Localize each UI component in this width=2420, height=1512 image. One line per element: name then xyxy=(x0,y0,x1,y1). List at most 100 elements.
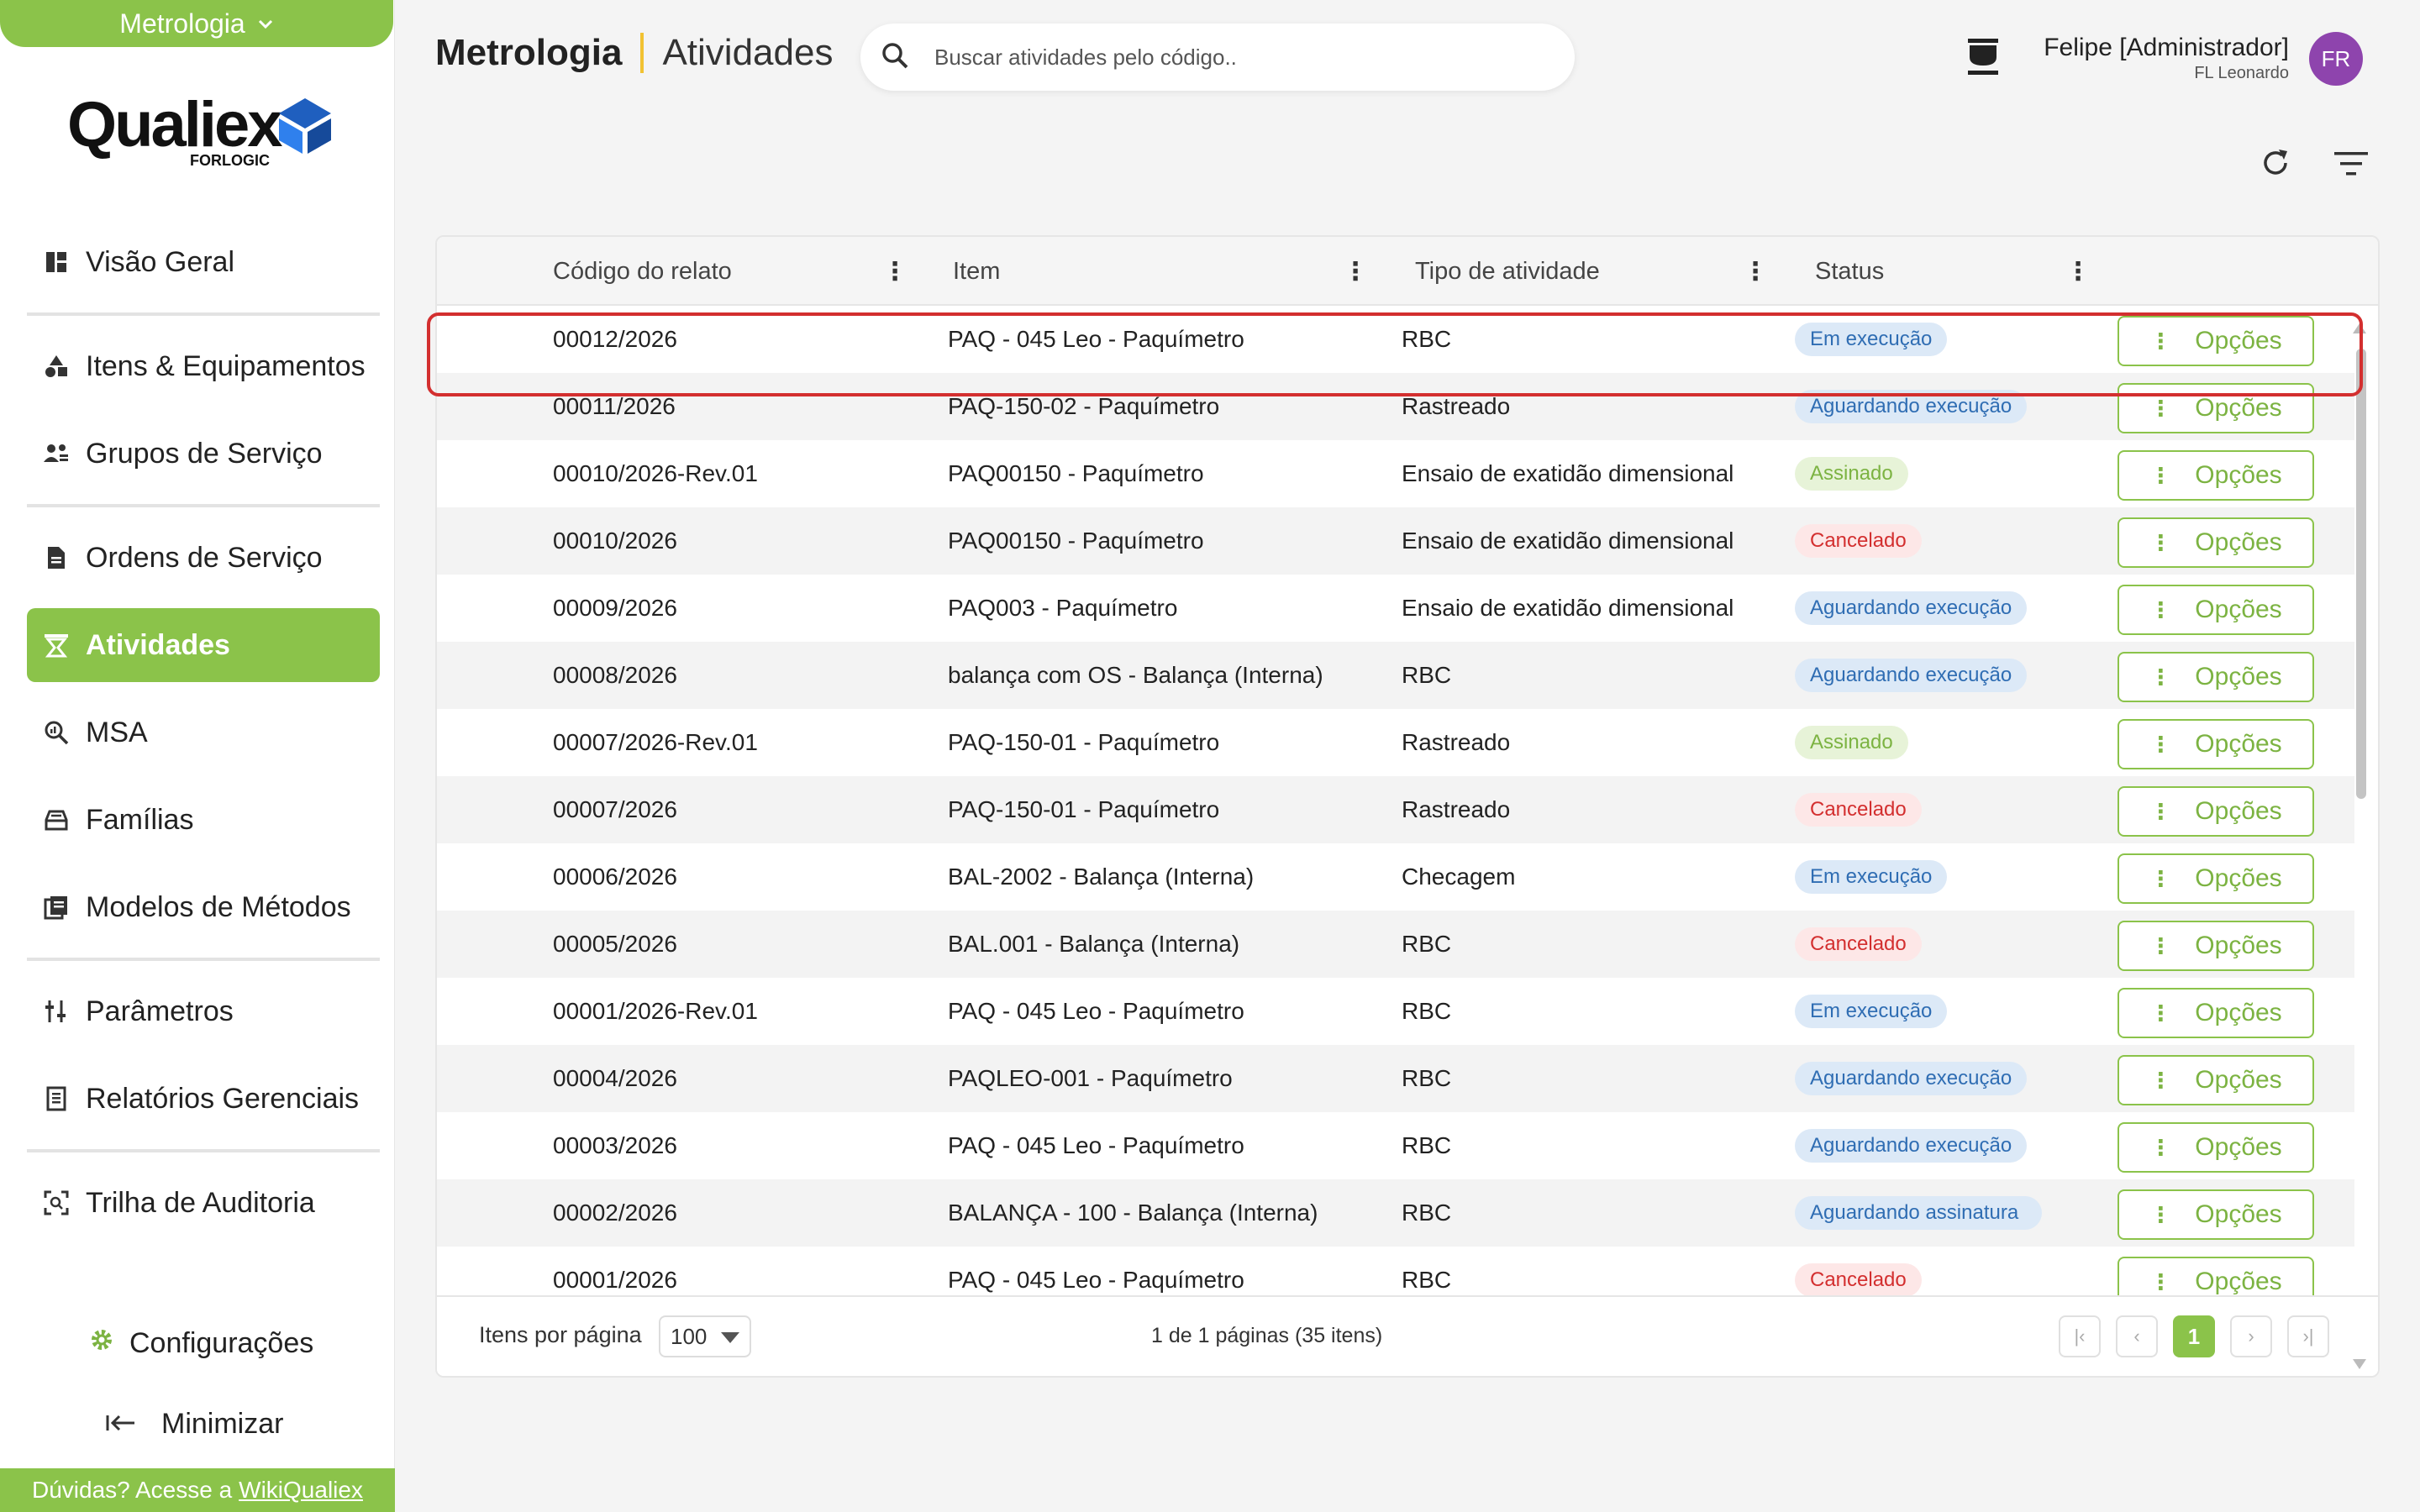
cell-item: PAQ003 - Paquímetro xyxy=(948,595,1178,621)
sidebar-item-atividades[interactable]: Atividades xyxy=(27,608,380,682)
cell-code: 00009/2026 xyxy=(553,595,677,621)
options-button[interactable]: ⋮ Opções xyxy=(2118,853,2314,904)
next-page-button[interactable]: › xyxy=(2230,1315,2272,1357)
more-vert-icon: ⋮ xyxy=(2149,1201,2172,1227)
column-header-label: Tipo de atividade xyxy=(1415,257,1600,285)
options-label: Opções xyxy=(2195,932,2282,959)
options-button[interactable]: ⋮ Opções xyxy=(2118,383,2314,433)
scroll-up-icon[interactable] xyxy=(2353,323,2366,333)
status-badge: Aguardando execução xyxy=(1795,1128,2028,1163)
table-row[interactable]: 00001/2026-Rev.01 PAQ - 045 Leo - Paquíme… xyxy=(437,978,2354,1045)
search-input[interactable] xyxy=(934,44,1523,71)
options-button[interactable]: ⋮ Opções xyxy=(2118,1189,2314,1240)
sidebar-item-relatorios[interactable]: Relatórios Gerenciais xyxy=(27,1062,380,1136)
options-button[interactable]: ⋮ Opções xyxy=(2118,921,2314,971)
avatar[interactable]: FR xyxy=(2309,32,2363,86)
table-row[interactable]: 00009/2026 PAQ003 - Paquímetro Ensaio de e… xyxy=(437,575,2354,642)
cell-status: Cancelado xyxy=(1795,911,1922,978)
minimize-button[interactable]: Minimizar xyxy=(106,1408,283,1441)
options-button[interactable]: ⋮ Opções xyxy=(2118,585,2314,635)
table-row[interactable]: 00006/2026 BAL-2002 - Balança (Interna) Ch… xyxy=(437,843,2354,911)
options-button[interactable]: ⋮ Opções xyxy=(2118,316,2314,366)
options-button[interactable]: ⋮ Opções xyxy=(2118,1055,2314,1105)
options-button[interactable]: ⋮ Opções xyxy=(2118,652,2314,702)
sidebar-item-label: MSA xyxy=(86,716,148,748)
column-header-status[interactable]: Status xyxy=(1815,237,1884,306)
cell-tipo: RBC xyxy=(1402,931,1452,957)
status-badge: Em execução xyxy=(1795,994,1948,1029)
column-header-code[interactable]: Código do relato xyxy=(553,237,732,306)
prev-page-button[interactable]: ‹ xyxy=(2116,1315,2158,1357)
options-button[interactable]: ⋮ Opções xyxy=(2118,719,2314,769)
sidebar-item-itens-equipamentos[interactable]: Itens & Equipamentos xyxy=(27,329,380,403)
scroll-thumb[interactable] xyxy=(2356,349,2366,799)
per-page-select[interactable]: 100 xyxy=(659,1315,751,1357)
cell-code: 00008/2026 xyxy=(553,662,677,688)
cell-code: 00006/2026 xyxy=(553,864,677,890)
search-icon xyxy=(881,41,909,74)
cell-item: BAL.001 - Balança (Interna) xyxy=(948,931,1240,957)
coffee-icon[interactable] xyxy=(1965,37,2002,77)
sidebar-item-ordens-servico[interactable]: Ordens de Serviço xyxy=(27,521,380,595)
table-footer: Itens por página 100 1 de 1 páginas (35 … xyxy=(437,1295,2378,1376)
wiki-link[interactable]: WikiQualiex xyxy=(239,1477,363,1504)
sidebar-item-msa[interactable]: MSA xyxy=(27,696,380,769)
first-page-button[interactable]: |‹ xyxy=(2059,1315,2101,1357)
cell-item: balança com OS - Balança (Interna) xyxy=(948,662,1323,688)
table-row[interactable]: 00005/2026 BAL.001 - Balança (Interna) RBC… xyxy=(437,911,2354,978)
table-row[interactable]: 00003/2026 PAQ - 045 Leo - Paquímetro RBC A… xyxy=(437,1112,2354,1179)
page-button-current[interactable]: 1 xyxy=(2173,1315,2215,1357)
status-badge: Assinado xyxy=(1795,725,1908,760)
cell-code: 00010/2026 xyxy=(553,528,677,554)
cell-code: 00005/2026 xyxy=(553,931,677,957)
table-row[interactable]: 00007/2026-Rev.01 PAQ-150-01 - Paquímetro… xyxy=(437,709,2354,776)
status-badge: Aguardando assinatura xyxy=(1795,1195,2042,1231)
table-row[interactable]: 00002/2026 BALANÇA - 100 - Balança (Inter… xyxy=(437,1179,2354,1247)
table-row[interactable]: 00007/2026 PAQ-150-01 - Paquímetro Rastrea… xyxy=(437,776,2354,843)
options-button[interactable]: ⋮ Opções xyxy=(2118,450,2314,501)
options-label: Opções xyxy=(2195,394,2282,422)
column-header-item[interactable]: Item xyxy=(953,237,1000,306)
table-row[interactable]: 00011/2026 PAQ-150-02 - Paquímetro Rastrea… xyxy=(437,373,2354,440)
sidebar-item-parametros[interactable]: Parâmetros xyxy=(27,974,380,1048)
sidebar-item-label: Visão Geral xyxy=(86,245,235,278)
options-button[interactable]: ⋮ Opções xyxy=(2118,1122,2314,1173)
chevron-down-icon xyxy=(257,13,274,36)
module-label: Metrologia xyxy=(119,8,245,39)
options-button[interactable]: ⋮ Opções xyxy=(2118,988,2314,1038)
settings-button[interactable]: Configurações xyxy=(89,1327,313,1360)
options-button[interactable]: ⋮ Opções xyxy=(2118,517,2314,568)
user-info[interactable]: Felipe [Administrador] FL Leonardo xyxy=(2033,34,2289,83)
scroll-down-icon[interactable] xyxy=(2353,1359,2366,1369)
sidebar-item-label: Atividades xyxy=(86,628,230,661)
more-vert-icon: ⋮ xyxy=(2149,529,2172,555)
sidebar-item-familias[interactable]: Famílias xyxy=(27,783,380,857)
sidebar-item-visao-geral[interactable]: Visão Geral xyxy=(27,225,380,299)
status-badge: Cancelado xyxy=(1795,523,1922,559)
table-row[interactable]: 00004/2026 PAQLEO-001 - Paquímetro RBC Agua… xyxy=(437,1045,2354,1112)
sidebar-item-modelos-metodos[interactable]: Modelos de Métodos xyxy=(27,870,380,944)
cell-status: Assinado xyxy=(1795,709,1908,776)
cell-code: 00007/2026-Rev.01 xyxy=(553,729,758,755)
table-row[interactable]: 00008/2026 balança com OS - Balança (Inte… xyxy=(437,642,2354,709)
divider xyxy=(27,1149,380,1152)
sidebar-item-trilha-auditoria[interactable]: Trilha de Auditoria xyxy=(27,1166,380,1240)
sidebar-item-grupos-servico[interactable]: Grupos de Serviço xyxy=(27,417,380,491)
module-selector[interactable]: Metrologia xyxy=(0,0,393,47)
status-badge: Aguardando execução xyxy=(1795,1061,2028,1096)
table-scrollbar[interactable] xyxy=(2353,323,2366,1373)
last-page-button[interactable]: ›| xyxy=(2287,1315,2329,1357)
filter-icon[interactable] xyxy=(2333,150,2370,178)
table-row[interactable]: 00010/2026-Rev.01 PAQ00150 - Paquímetro En… xyxy=(437,440,2354,507)
pages-info: 1 de 1 páginas (35 itens) xyxy=(1151,1324,1383,1347)
refresh-icon[interactable] xyxy=(2259,146,2292,180)
table-row[interactable]: 00010/2026 PAQ00150 - Paquímetro Ensaio de… xyxy=(437,507,2354,575)
options-button[interactable]: ⋮ Opções xyxy=(2118,786,2314,837)
column-header-tipo[interactable]: Tipo de atividade xyxy=(1415,237,1600,306)
logo-text: Qualiex xyxy=(67,89,283,160)
logo-mark-icon xyxy=(279,98,331,154)
chevron-right-icon: › xyxy=(2248,1326,2254,1347)
table-row[interactable]: 00012/2026 PAQ - 045 Leo - Paquímetro RBC E… xyxy=(437,306,2354,373)
cell-status: Em execução xyxy=(1795,843,1948,911)
sidebar-item-label: Grupos de Serviço xyxy=(86,437,323,470)
